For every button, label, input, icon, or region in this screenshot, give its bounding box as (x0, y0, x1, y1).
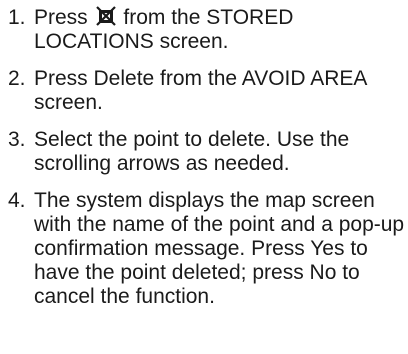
step-text: Press Delete from the AVOID AREA screen. (34, 67, 367, 114)
step-4: 4. The system displays the map screen wi… (0, 189, 408, 309)
step-2: 2. Press Delete from the AVOID AREA scre… (0, 67, 408, 115)
step-text-prefix: Press (34, 6, 88, 29)
step-number: 4. (8, 189, 26, 212)
step-1: 1. Press from the STORED LOCATIONS scree… (0, 6, 408, 54)
step-number: 1. (8, 6, 26, 29)
avoid-area-icon (95, 6, 116, 26)
step-3: 3. Select the point to delete. Use the s… (0, 128, 408, 176)
instruction-list: 1. Press from the STORED LOCATIONS scree… (0, 0, 408, 322)
step-text: Select the point to delete. Use the scro… (34, 128, 350, 175)
step-text: The system displays the map screen with … (34, 189, 405, 308)
step-number: 2. (8, 67, 26, 90)
step-number: 3. (8, 128, 26, 151)
